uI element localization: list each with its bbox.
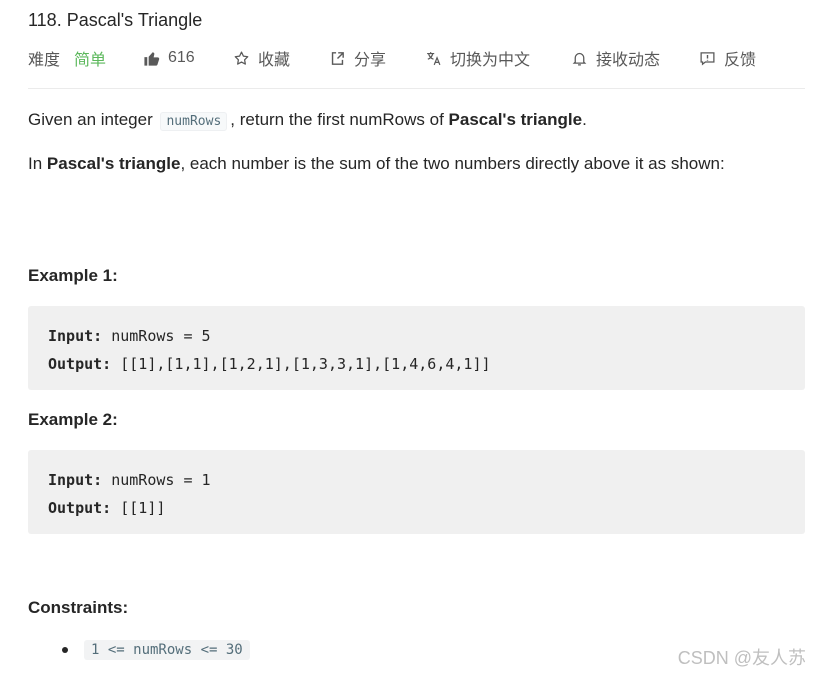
description-paragraph-2: In Pascal's triangle, each number is the… [28, 154, 725, 174]
example-1-output-line: Output: [[1],[1,1],[1,2,1],[1,3,3,1],[1,… [48, 350, 785, 378]
description-text: In [28, 154, 43, 173]
output-value: [[1]] [120, 499, 166, 517]
notify-label: 接收动态 [596, 52, 661, 69]
example-2-input-line: Input: numRows = 1 [48, 466, 785, 494]
difficulty-value: 简单 [74, 52, 107, 69]
description-text: , each number is the sum of the two numb… [180, 154, 725, 173]
switch-language-label: 切换为中文 [450, 52, 531, 69]
feedback-button[interactable]: 反馈 [698, 44, 756, 72]
star-icon [232, 49, 250, 67]
problem-meta-bar: 难度 简单 616 收藏 分享 切换为中文 接收动态 反馈 [28, 44, 808, 72]
feedback-label: 反馈 [724, 52, 757, 69]
switch-language-button[interactable]: 切换为中文 [424, 44, 530, 72]
input-value: numRows = 5 [111, 327, 211, 345]
description-text: , return the first numRows of [230, 110, 444, 129]
description-paragraph-1: Given an integer numRows, return the fir… [28, 110, 587, 131]
example-2-codeblock: Input: numRows = 1 Output: [[1]] [28, 450, 805, 534]
share-label: 分享 [354, 52, 387, 69]
like-count: 616 [168, 49, 195, 66]
example-1-input-line: Input: numRows = 5 [48, 322, 785, 350]
example-2-heading: Example 2: [28, 410, 118, 429]
output-label: Output: [48, 355, 112, 373]
bell-icon [570, 49, 588, 67]
divider [28, 88, 805, 89]
example-2-output-line: Output: [[1]] [48, 494, 785, 522]
like-button[interactable]: 616 [142, 44, 195, 72]
description-bold: Pascal's triangle [46, 154, 181, 173]
input-value: numRows = 1 [111, 471, 211, 489]
constraints-heading: Constraints: [28, 598, 129, 617]
output-value: [[1],[1,1],[1,2,1],[1,3,3,1],[1,4,6,4,1]… [120, 355, 491, 373]
problem-title: 118. Pascal's Triangle [28, 10, 203, 30]
translate-icon [424, 49, 442, 67]
description-bold: Pascal's triangle [448, 110, 583, 129]
example-1-codeblock: Input: numRows = 5 Output: [[1],[1,1],[1… [28, 306, 805, 390]
description-text: Given an integer [28, 110, 153, 129]
notify-button[interactable]: 接收动态 [570, 44, 660, 72]
input-label: Input: [48, 471, 103, 489]
watermark: CSDN @友人苏 [677, 648, 806, 668]
output-label: Output: [48, 499, 112, 517]
description-text: . [582, 110, 587, 129]
constraint-code: 1 <= numRows <= 30 [84, 640, 250, 660]
example-1-heading: Example 1: [28, 266, 118, 285]
favorite-button[interactable]: 收藏 [232, 44, 290, 72]
input-label: Input: [48, 327, 103, 345]
difficulty: 难度 简单 [28, 44, 106, 72]
constraint-list-item: 1 <= numRows <= 30 [62, 640, 250, 660]
inline-code-numrows: numRows [160, 112, 228, 131]
thumbs-up-icon [142, 49, 160, 67]
bullet-icon [62, 647, 68, 653]
share-button[interactable]: 分享 [328, 44, 386, 72]
share-icon [328, 49, 346, 67]
difficulty-label: 难度 [28, 52, 61, 69]
favorite-label: 收藏 [258, 52, 291, 69]
feedback-icon [698, 49, 716, 67]
